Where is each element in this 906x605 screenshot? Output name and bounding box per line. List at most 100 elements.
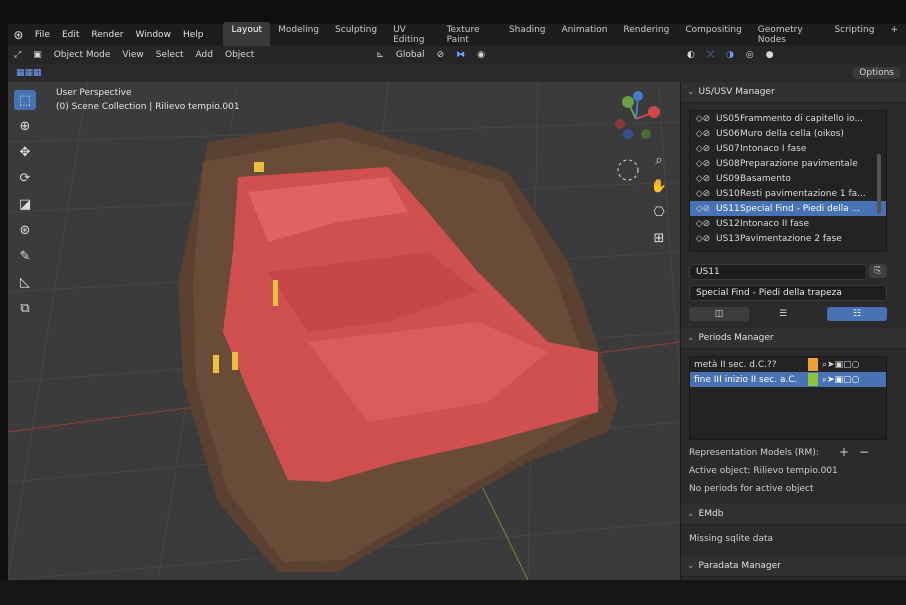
period-actions-icon[interactable]: ⌕➤▣▢○	[822, 360, 859, 370]
camera-icon[interactable]: ⎔	[648, 202, 670, 222]
orientation-icon: ⊾	[376, 50, 384, 60]
link-icon: ◇⊘	[695, 188, 711, 199]
link-icon: ◇⊘	[695, 173, 711, 184]
sidebar-panel: ⌄ US/USV Manager ◇⊘ US05 Frammento di capi…	[680, 82, 906, 580]
editor-type-icon[interactable]: ⤢	[8, 50, 27, 60]
grid-view-icon[interactable]: ⊞	[648, 228, 670, 248]
pan-hand-icon[interactable]: ✋	[648, 176, 670, 196]
list-item[interactable]: ◇⊘ US09 Basamento	[690, 171, 886, 186]
options-button[interactable]: Options	[853, 67, 900, 79]
menu-add[interactable]: Add	[190, 50, 219, 60]
zoom-icon[interactable]: ⌕	[648, 150, 670, 170]
paradata-title: Paradata Manager	[698, 561, 781, 571]
link-icon: ◇⊘	[695, 143, 711, 154]
3d-viewport[interactable]: User Perspective (0) Scene Collection | …	[8, 82, 680, 580]
list-item[interactable]: ◇⊘ US12 Intonaco II fase	[690, 216, 886, 231]
period-actions-icon[interactable]: ⌕➤▣▢○	[822, 375, 859, 385]
rotate-icon[interactable]: ⟳	[14, 168, 36, 188]
shading-wireframe-icon[interactable]: ◎	[740, 50, 760, 60]
add-workspace-button[interactable]: +	[882, 22, 906, 48]
list-item[interactable]: ◇⊘ US05 Frammento di capitello io...	[690, 111, 886, 126]
viewport-header: ⤢ ▣ Object Mode View Select Add Object ⊾…	[8, 46, 906, 64]
shading-solid-icon[interactable]: ●	[760, 50, 780, 60]
us-name-field[interactable]: US11	[689, 264, 867, 280]
link-icon: ◇⊘	[695, 158, 711, 169]
scale-icon[interactable]: ◪	[14, 194, 36, 214]
periods-manager-header[interactable]: ⌄ Periods Manager	[681, 328, 906, 349]
mode-dropdown[interactable]: Object Mode	[48, 50, 117, 60]
tab-uv-editing[interactable]: UV Editing	[385, 22, 439, 48]
filter-mode-button[interactable]: ☷	[827, 307, 887, 321]
gizmo-icon[interactable]: ⤫	[701, 50, 720, 60]
tab-compositing[interactable]: Compositing	[677, 22, 749, 48]
emdb-status: Missing sqlite data	[689, 534, 774, 544]
navigation-gizmo[interactable]	[606, 90, 666, 148]
marker-yellow-4	[232, 352, 238, 370]
tab-shading[interactable]: Shading	[501, 22, 554, 48]
annotate-icon[interactable]: ✎	[14, 246, 36, 266]
paradata-header[interactable]: ⌄ Paradata Manager	[681, 556, 906, 577]
main-menu: File Edit Render Window Help	[29, 30, 210, 40]
rm-label: Representation Models (RM):	[689, 448, 819, 458]
visibility-icon[interactable]: ◐	[681, 50, 701, 60]
tab-rendering[interactable]: Rendering	[615, 22, 677, 48]
list-item[interactable]: ◇⊘ US13 Pavimentazione 2 fase	[690, 231, 886, 246]
selection-mode-icon[interactable]: ▦▦▦	[8, 68, 50, 78]
overlay-icon[interactable]: ◑	[720, 50, 740, 60]
remove-rm-button[interactable]: −	[859, 445, 869, 459]
move-icon[interactable]: ✥	[14, 142, 36, 162]
select-box-icon[interactable]: ⬚	[14, 90, 36, 110]
blender-logo-icon[interactable]: ⊛	[8, 28, 29, 42]
tab-animation[interactable]: Animation	[554, 22, 616, 48]
list-item[interactable]: ◇⊘ US08 Preparazione pavimentale	[690, 156, 886, 171]
link-icon: ◇⊘	[695, 203, 711, 214]
tab-modeling[interactable]: Modeling	[270, 22, 327, 48]
marker-yellow-2	[273, 280, 278, 306]
measure-icon[interactable]: ◺	[14, 272, 36, 292]
tab-geometry-nodes[interactable]: Geometry Nodes	[750, 22, 827, 48]
tab-sculpting[interactable]: Sculpting	[327, 22, 385, 48]
us-manager-header[interactable]: ⌄ US/USV Manager	[681, 82, 906, 103]
list-item[interactable]: ◇⊘ US10 Resti pavimentazione 1 fa...	[690, 186, 886, 201]
chevron-down-icon: ⌄	[687, 509, 695, 519]
menu-select[interactable]: Select	[150, 50, 190, 60]
add-rm-button[interactable]: +	[839, 445, 849, 459]
menu-window[interactable]: Window	[129, 30, 177, 40]
view-name: User Perspective	[56, 88, 132, 98]
proportional-edit-icon[interactable]: ◉	[471, 50, 491, 60]
list-item-selected[interactable]: fine III inizio II sec. a.C. ⌕➤▣▢○	[690, 372, 886, 387]
menu-file[interactable]: File	[29, 30, 56, 40]
pivot-icon[interactable]: ⊘	[431, 50, 451, 60]
link-icon: ◇⊘	[695, 218, 711, 229]
orientation-dropdown[interactable]: Global	[390, 50, 431, 60]
top-bar: ⊛ File Edit Render Window Help Layout Mo…	[8, 22, 906, 48]
emdb-header[interactable]: ⌄ EMdb	[681, 504, 906, 525]
us-description-field[interactable]: Special Find - Piedi della trapeza	[689, 285, 887, 301]
list-scrollbar[interactable]	[877, 154, 881, 214]
object-mode-button[interactable]: ◫	[689, 307, 749, 321]
mode-select-icon[interactable]: ▣	[27, 50, 48, 60]
tab-texture-paint[interactable]: Texture Paint	[439, 22, 501, 48]
list-item[interactable]: metà II sec. d.C.?? ⌕➤▣▢○	[690, 357, 886, 372]
snap-icon[interactable]: ⧓	[450, 50, 471, 60]
menu-help[interactable]: Help	[177, 30, 210, 40]
period-color-swatch[interactable]	[808, 373, 818, 386]
menu-view[interactable]: View	[116, 50, 149, 60]
menu-render[interactable]: Render	[85, 30, 129, 40]
transform-icon[interactable]: ⊛	[14, 220, 36, 240]
period-color-swatch[interactable]	[808, 358, 818, 371]
list-item-selected[interactable]: ◇⊘ US11 Special Find - Piedi della ...	[690, 201, 886, 216]
paste-icon[interactable]: ⎘	[869, 264, 887, 278]
marker-yellow-1	[254, 162, 264, 172]
add-cube-icon[interactable]: ⧉	[14, 298, 36, 318]
us-manager-title: US/USV Manager	[698, 87, 775, 97]
menu-object[interactable]: Object	[219, 50, 260, 60]
list-item[interactable]: ◇⊘ US06 Muro della cella (oikos)	[690, 126, 886, 141]
tab-scripting[interactable]: Scripting	[826, 22, 882, 48]
list-mode-button[interactable]: ☰	[753, 307, 813, 321]
tab-layout[interactable]: Layout	[223, 22, 271, 48]
list-item[interactable]: ◇⊘ US07 Intonaco I fase	[690, 141, 886, 156]
chevron-down-icon: ⌄	[687, 561, 695, 571]
menu-edit[interactable]: Edit	[56, 30, 85, 40]
cursor-icon[interactable]: ⊕	[14, 116, 36, 136]
